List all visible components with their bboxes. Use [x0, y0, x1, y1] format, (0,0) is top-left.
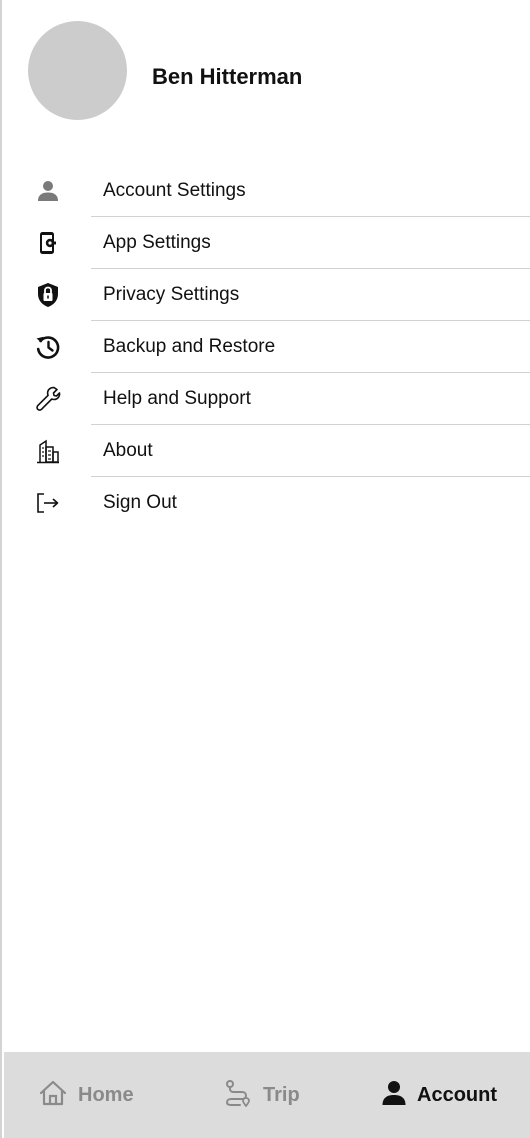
- person-icon: [381, 1080, 407, 1111]
- menu-item-label: Backup and Restore: [103, 336, 276, 357]
- account-menu: Account Settings App Settings Privacy Se…: [2, 165, 530, 529]
- shield-lock-icon: [34, 281, 62, 309]
- tab-account[interactable]: Account: [381, 1052, 497, 1138]
- sign-out-icon: [34, 489, 62, 517]
- home-icon: [38, 1079, 68, 1112]
- tab-label: Home: [78, 1083, 134, 1106]
- menu-item-label: App Settings: [103, 232, 211, 253]
- menu-item-label: Sign Out: [103, 492, 177, 513]
- route-icon: [223, 1079, 253, 1112]
- wrench-icon: [34, 385, 62, 413]
- menu-item-sign-out[interactable]: Sign Out: [2, 477, 530, 529]
- profile-header: Ben Hitterman: [28, 21, 302, 120]
- menu-item-account-settings[interactable]: Account Settings: [2, 165, 530, 217]
- menu-item-label: About: [103, 440, 153, 461]
- person-icon: [34, 177, 62, 205]
- menu-item-privacy-settings[interactable]: Privacy Settings: [2, 269, 530, 321]
- account-screen: Ben Hitterman Account Settings App Setti…: [0, 0, 530, 1138]
- history-icon: [34, 333, 62, 361]
- tab-label: Account: [417, 1083, 497, 1106]
- tab-trip[interactable]: Trip: [223, 1052, 300, 1138]
- menu-item-label: Help and Support: [103, 388, 251, 409]
- building-icon: [34, 437, 62, 465]
- menu-item-label: Account Settings: [103, 180, 246, 201]
- tab-label: Trip: [263, 1083, 300, 1106]
- menu-item-help-support[interactable]: Help and Support: [2, 373, 530, 425]
- menu-item-app-settings[interactable]: App Settings: [2, 217, 530, 269]
- phone-gear-icon: [34, 229, 62, 257]
- avatar[interactable]: [28, 21, 127, 120]
- menu-item-label: Privacy Settings: [103, 284, 240, 305]
- profile-name: Ben Hitterman: [152, 63, 303, 89]
- menu-item-about[interactable]: About: [2, 425, 530, 477]
- tab-home[interactable]: Home: [38, 1052, 134, 1138]
- menu-item-backup-restore[interactable]: Backup and Restore: [2, 321, 530, 373]
- bottom-tab-bar: Home Trip Account: [4, 1052, 530, 1138]
